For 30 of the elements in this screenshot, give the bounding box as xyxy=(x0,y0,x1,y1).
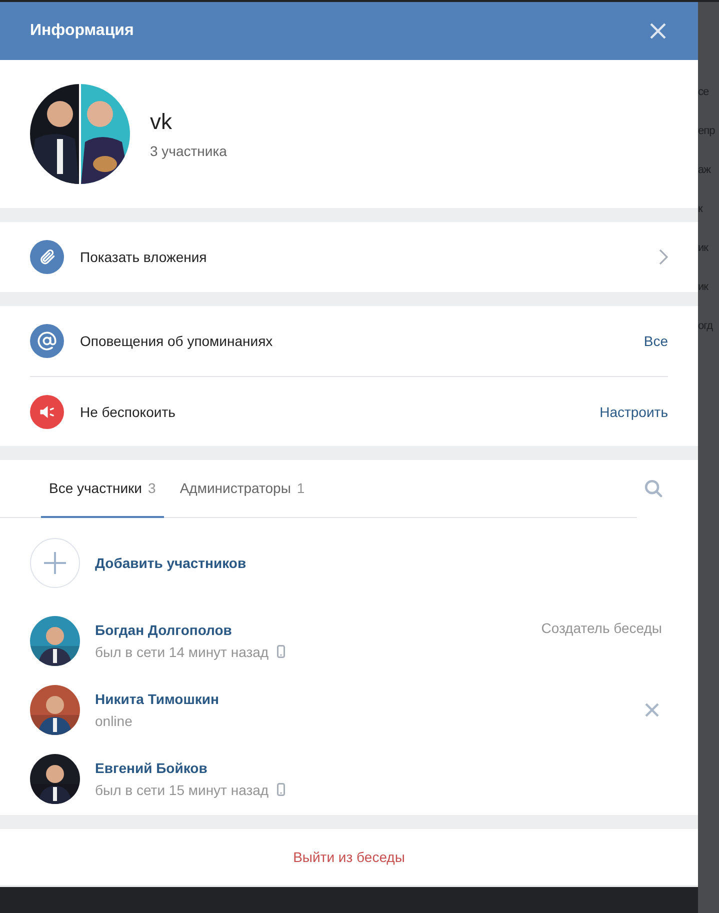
setting-label: Оповещения об упоминаниях xyxy=(80,333,274,349)
member-status: online xyxy=(95,712,132,728)
member-name[interactable]: Богдан Долгополов xyxy=(95,622,526,638)
tab[interactable]: Все участники 3 xyxy=(41,460,164,518)
member-status: был в сети 15 минут назад xyxy=(95,782,269,798)
chevron-right-icon xyxy=(659,249,668,265)
add-member-button[interactable] xyxy=(30,538,80,588)
member-count: 3 участника xyxy=(150,143,227,159)
speaker-icon xyxy=(30,394,64,428)
remove-button[interactable] xyxy=(645,702,659,716)
phone-icon xyxy=(276,783,285,796)
member-name[interactable]: Евгений Бойков xyxy=(95,760,661,776)
leave-chat-button[interactable]: Выйти из беседы xyxy=(287,848,411,866)
member-name[interactable]: Никита Тимошкин xyxy=(95,690,630,706)
plus-icon xyxy=(44,552,66,574)
setting-label: Не беспокоить xyxy=(80,404,176,420)
setting-link[interactable]: Настроить xyxy=(600,404,668,420)
close-button[interactable] xyxy=(648,21,668,41)
member-status: был в сети 14 минут назад xyxy=(95,644,269,660)
window-title: Информация xyxy=(30,22,134,40)
tab[interactable]: Администраторы 1 xyxy=(172,460,313,518)
at-sign-icon xyxy=(30,324,64,358)
search-icon[interactable] xyxy=(644,479,663,498)
paperclip-icon xyxy=(30,240,64,274)
chat-name: vk xyxy=(150,109,173,135)
member-role: Создатель беседы xyxy=(541,620,662,636)
setting-link[interactable]: Все xyxy=(644,333,668,349)
menu-item[interactable]: Показать вложения xyxy=(80,249,643,265)
add-members-link[interactable]: Добавить участников xyxy=(95,555,246,571)
phone-icon xyxy=(276,645,285,658)
